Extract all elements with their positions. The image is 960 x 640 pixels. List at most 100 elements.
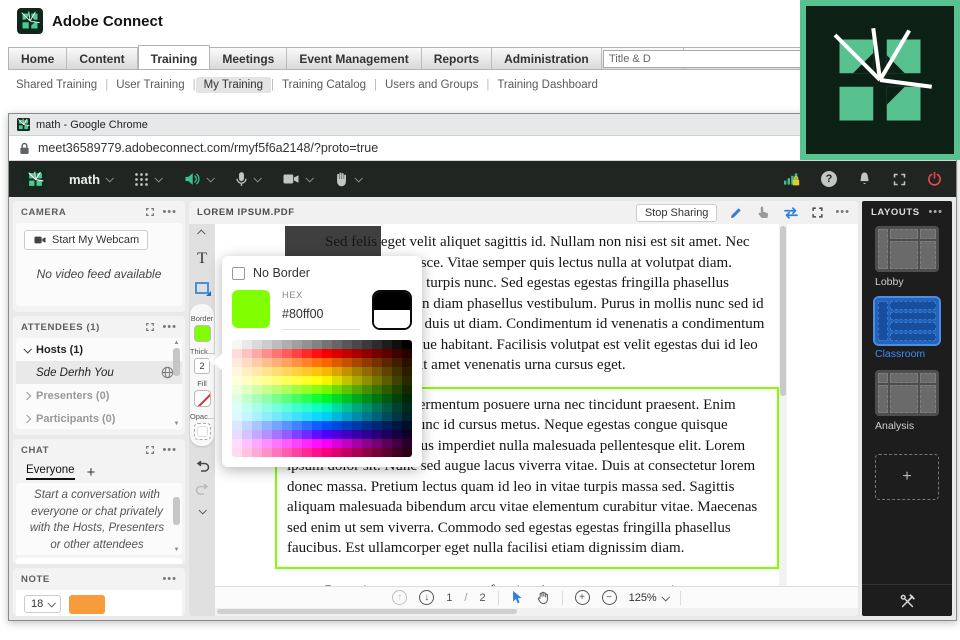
palette-color-cell[interactable] xyxy=(272,358,282,367)
page-down-button[interactable]: ↓ xyxy=(419,590,435,605)
palette-color-cell[interactable] xyxy=(312,394,322,403)
palette-color-cell[interactable] xyxy=(322,412,332,421)
palette-color-cell[interactable] xyxy=(292,376,302,385)
palette-color-cell[interactable] xyxy=(292,385,302,394)
palette-color-cell[interactable] xyxy=(402,394,412,403)
palette-color-cell[interactable] xyxy=(242,403,252,412)
palette-color-cell[interactable] xyxy=(252,385,262,394)
pod-menu-icon[interactable]: ••• xyxy=(162,444,177,456)
pan-hand-tool[interactable] xyxy=(536,591,550,605)
palette-color-cell[interactable] xyxy=(312,403,322,412)
zoom-level-select[interactable]: 125% xyxy=(629,592,670,604)
palette-color-cell[interactable] xyxy=(252,358,262,367)
palette-color-cell[interactable] xyxy=(332,385,342,394)
palette-color-cell[interactable] xyxy=(272,403,282,412)
palette-color-cell[interactable] xyxy=(382,340,392,349)
palette-color-cell[interactable] xyxy=(372,412,382,421)
palette-color-cell[interactable] xyxy=(232,376,242,385)
subnav-training-catalog[interactable]: Training Catalog xyxy=(274,77,374,93)
palette-color-cell[interactable] xyxy=(362,430,372,439)
pod-fullscreen-icon[interactable] xyxy=(145,207,155,217)
palette-color-cell[interactable] xyxy=(372,385,382,394)
palette-color-cell[interactable] xyxy=(242,439,252,448)
palette-color-cell[interactable] xyxy=(262,412,272,421)
palette-color-cell[interactable] xyxy=(252,394,262,403)
palette-color-cell[interactable] xyxy=(372,403,382,412)
palette-color-cell[interactable] xyxy=(382,430,392,439)
palette-color-cell[interactable] xyxy=(242,340,252,349)
tab-event-management[interactable]: Event Management xyxy=(287,48,422,69)
palette-color-cell[interactable] xyxy=(342,376,352,385)
document-scrollbar[interactable] xyxy=(779,224,787,586)
palette-color-cell[interactable] xyxy=(292,403,302,412)
palette-color-cell[interactable] xyxy=(262,385,272,394)
pod-fullscreen-icon[interactable] xyxy=(811,206,824,219)
palette-color-cell[interactable] xyxy=(262,430,272,439)
pod-fullscreen-icon[interactable] xyxy=(145,445,155,455)
palette-color-cell[interactable] xyxy=(312,439,322,448)
palette-color-cell[interactable] xyxy=(322,358,332,367)
palette-color-cell[interactable] xyxy=(332,439,342,448)
title-description-search-input[interactable] xyxy=(603,50,808,68)
palette-color-cell[interactable] xyxy=(302,430,312,439)
palette-color-cell[interactable] xyxy=(382,376,392,385)
pointer-icon[interactable] xyxy=(756,205,771,220)
palette-color-cell[interactable] xyxy=(322,340,332,349)
palette-color-cell[interactable] xyxy=(302,439,312,448)
palette-color-cell[interactable] xyxy=(292,430,302,439)
palette-color-cell[interactable] xyxy=(342,430,352,439)
zoom-in-button[interactable]: + xyxy=(574,590,590,605)
fill-color-swatch[interactable] xyxy=(193,390,211,407)
palette-color-cell[interactable] xyxy=(402,430,412,439)
palette-color-cell[interactable] xyxy=(392,448,402,457)
palette-color-cell[interactable] xyxy=(352,421,362,430)
palette-color-cell[interactable] xyxy=(312,358,322,367)
palette-color-cell[interactable] xyxy=(282,403,292,412)
no-border-checkbox[interactable] xyxy=(232,266,245,280)
palette-color-cell[interactable] xyxy=(352,367,362,376)
palette-color-cell[interactable] xyxy=(342,385,352,394)
palette-color-cell[interactable] xyxy=(262,394,272,403)
palette-color-cell[interactable] xyxy=(272,376,282,385)
palette-color-cell[interactable] xyxy=(362,421,372,430)
palette-color-cell[interactable] xyxy=(362,403,372,412)
palette-color-cell[interactable] xyxy=(372,376,382,385)
palette-color-cell[interactable] xyxy=(252,421,262,430)
tab-reports[interactable]: Reports xyxy=(422,48,493,69)
palette-color-cell[interactable] xyxy=(232,403,242,412)
manage-layouts-wrench-icon[interactable] xyxy=(899,593,916,610)
palette-color-cell[interactable] xyxy=(242,385,252,394)
palette-color-cell[interactable] xyxy=(312,385,322,394)
palette-color-cell[interactable] xyxy=(302,394,312,403)
palette-color-cell[interactable] xyxy=(232,412,242,421)
palette-color-cell[interactable] xyxy=(382,412,392,421)
undo-icon[interactable] xyxy=(195,460,210,473)
speaker-menu[interactable] xyxy=(183,171,216,187)
palette-color-cell[interactable] xyxy=(252,430,262,439)
palette-color-cell[interactable] xyxy=(272,394,282,403)
palette-color-cell[interactable] xyxy=(292,448,302,457)
microphone-menu[interactable] xyxy=(235,171,263,188)
palette-color-cell[interactable] xyxy=(392,376,402,385)
palette-color-cell[interactable] xyxy=(392,349,402,358)
palette-color-cell[interactable] xyxy=(362,376,372,385)
palette-color-cell[interactable] xyxy=(282,385,292,394)
palette-color-cell[interactable] xyxy=(232,349,242,358)
palette-color-cell[interactable] xyxy=(332,340,342,349)
scroll-down-icon[interactable] xyxy=(198,506,207,515)
attendees-group-hosts[interactable]: Hosts (1) xyxy=(16,338,182,361)
palette-color-cell[interactable] xyxy=(332,448,342,457)
palette-color-cell[interactable] xyxy=(292,394,302,403)
palette-color-cell[interactable] xyxy=(312,376,322,385)
chat-tab-everyone[interactable]: Everyone xyxy=(26,464,75,480)
palette-color-cell[interactable] xyxy=(352,412,362,421)
palette-color-cell[interactable] xyxy=(292,412,302,421)
palette-color-cell[interactable] xyxy=(352,430,362,439)
palette-color-cell[interactable] xyxy=(262,367,272,376)
palette-color-cell[interactable] xyxy=(262,376,272,385)
palette-color-cell[interactable] xyxy=(382,349,392,358)
palette-color-cell[interactable] xyxy=(402,367,412,376)
palette-color-cell[interactable] xyxy=(322,394,332,403)
palette-color-cell[interactable] xyxy=(232,439,242,448)
palette-color-cell[interactable] xyxy=(402,349,412,358)
